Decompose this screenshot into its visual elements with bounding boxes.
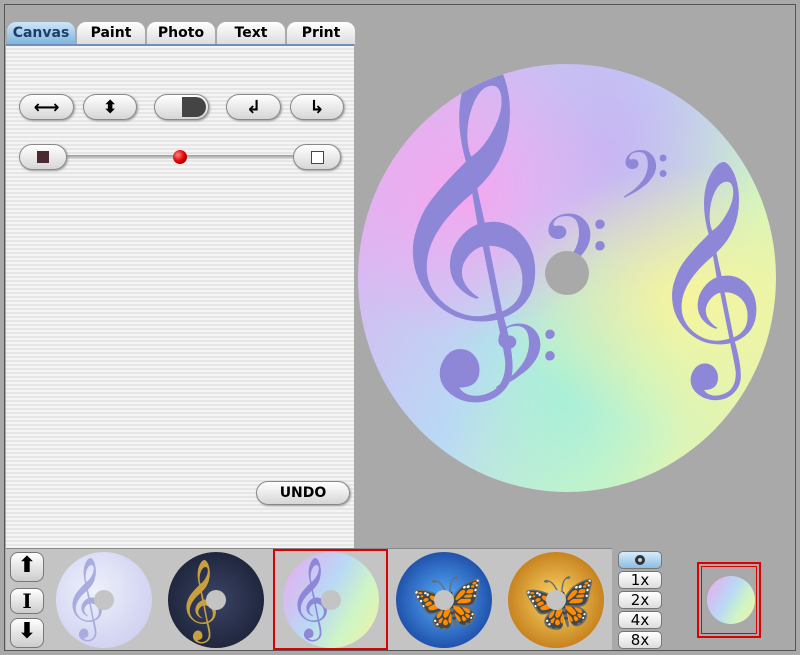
- bass-clef-icon: 𝄢: [618, 137, 670, 230]
- disc-hole: [206, 590, 226, 610]
- insert-button[interactable]: I: [10, 588, 44, 614]
- flip-horizontal-button[interactable]: ⟷: [19, 94, 74, 120]
- flip-vertical-button[interactable]: ⬍: [83, 94, 137, 120]
- arrow-vertical-icon: ⬍: [102, 96, 118, 118]
- bass-clef-icon: 𝄢: [488, 305, 559, 433]
- slider-max-button[interactable]: [293, 144, 341, 170]
- zoom-2x-button[interactable]: 2x: [618, 591, 662, 609]
- disc-icon: [635, 555, 645, 565]
- template-thumb-butterfly-orange[interactable]: 🦋: [508, 552, 604, 648]
- disc-canvas[interactable]: 𝄞 𝄞 𝄢 𝄢 𝄢: [358, 64, 776, 492]
- template-thumb-music-lavender[interactable]: 𝄞: [56, 552, 152, 648]
- template-thumb-music-gold[interactable]: 𝄞: [168, 552, 264, 648]
- disc-hole: [321, 590, 341, 610]
- disc-hole: [545, 251, 589, 295]
- zoom-4x-button[interactable]: 4x: [618, 611, 662, 629]
- disc-hole: [94, 590, 114, 610]
- rotate-right-button[interactable]: ↳: [290, 94, 344, 120]
- template-thumb-butterfly-blue[interactable]: 🦋: [396, 552, 492, 648]
- preview-disc: [707, 576, 755, 624]
- rotate-left-icon: ↲: [245, 96, 262, 118]
- scroll-down-button[interactable]: ⬇: [10, 618, 44, 648]
- rotate-left-button[interactable]: ↲: [226, 94, 281, 120]
- zoom-fit-button[interactable]: [618, 551, 662, 569]
- slider-knob[interactable]: [173, 150, 187, 164]
- arrow-horizontal-icon: ⟷: [33, 96, 60, 118]
- tab-paint[interactable]: Paint: [76, 21, 146, 44]
- preview-area: [705, 570, 755, 632]
- fill-toggle-button[interactable]: [154, 94, 209, 120]
- tab-print[interactable]: Print: [286, 21, 356, 44]
- empty-square-icon: [310, 150, 324, 164]
- filled-square-icon: [37, 151, 49, 163]
- template-thumb-music-rainbow[interactable]: 𝄞: [283, 552, 379, 648]
- zoom-1x-button[interactable]: 1x: [618, 571, 662, 589]
- tab-text[interactable]: Text: [216, 21, 286, 44]
- zoom-8x-button[interactable]: 8x: [618, 631, 662, 649]
- tab-bar: Canvas Paint Photo Text Print: [6, 21, 356, 45]
- tab-canvas[interactable]: Canvas: [6, 21, 76, 44]
- scroll-up-button[interactable]: ⬆: [10, 552, 44, 582]
- preview-navigator[interactable]: [697, 562, 761, 638]
- undo-button[interactable]: UNDO: [256, 481, 350, 505]
- rotate-right-icon: ↳: [309, 96, 325, 118]
- half-fill-icon: [182, 97, 206, 117]
- disc-hole: [434, 590, 454, 610]
- slider-min-button[interactable]: [19, 144, 67, 170]
- tab-photo[interactable]: Photo: [146, 21, 216, 44]
- disc-hole: [546, 590, 566, 610]
